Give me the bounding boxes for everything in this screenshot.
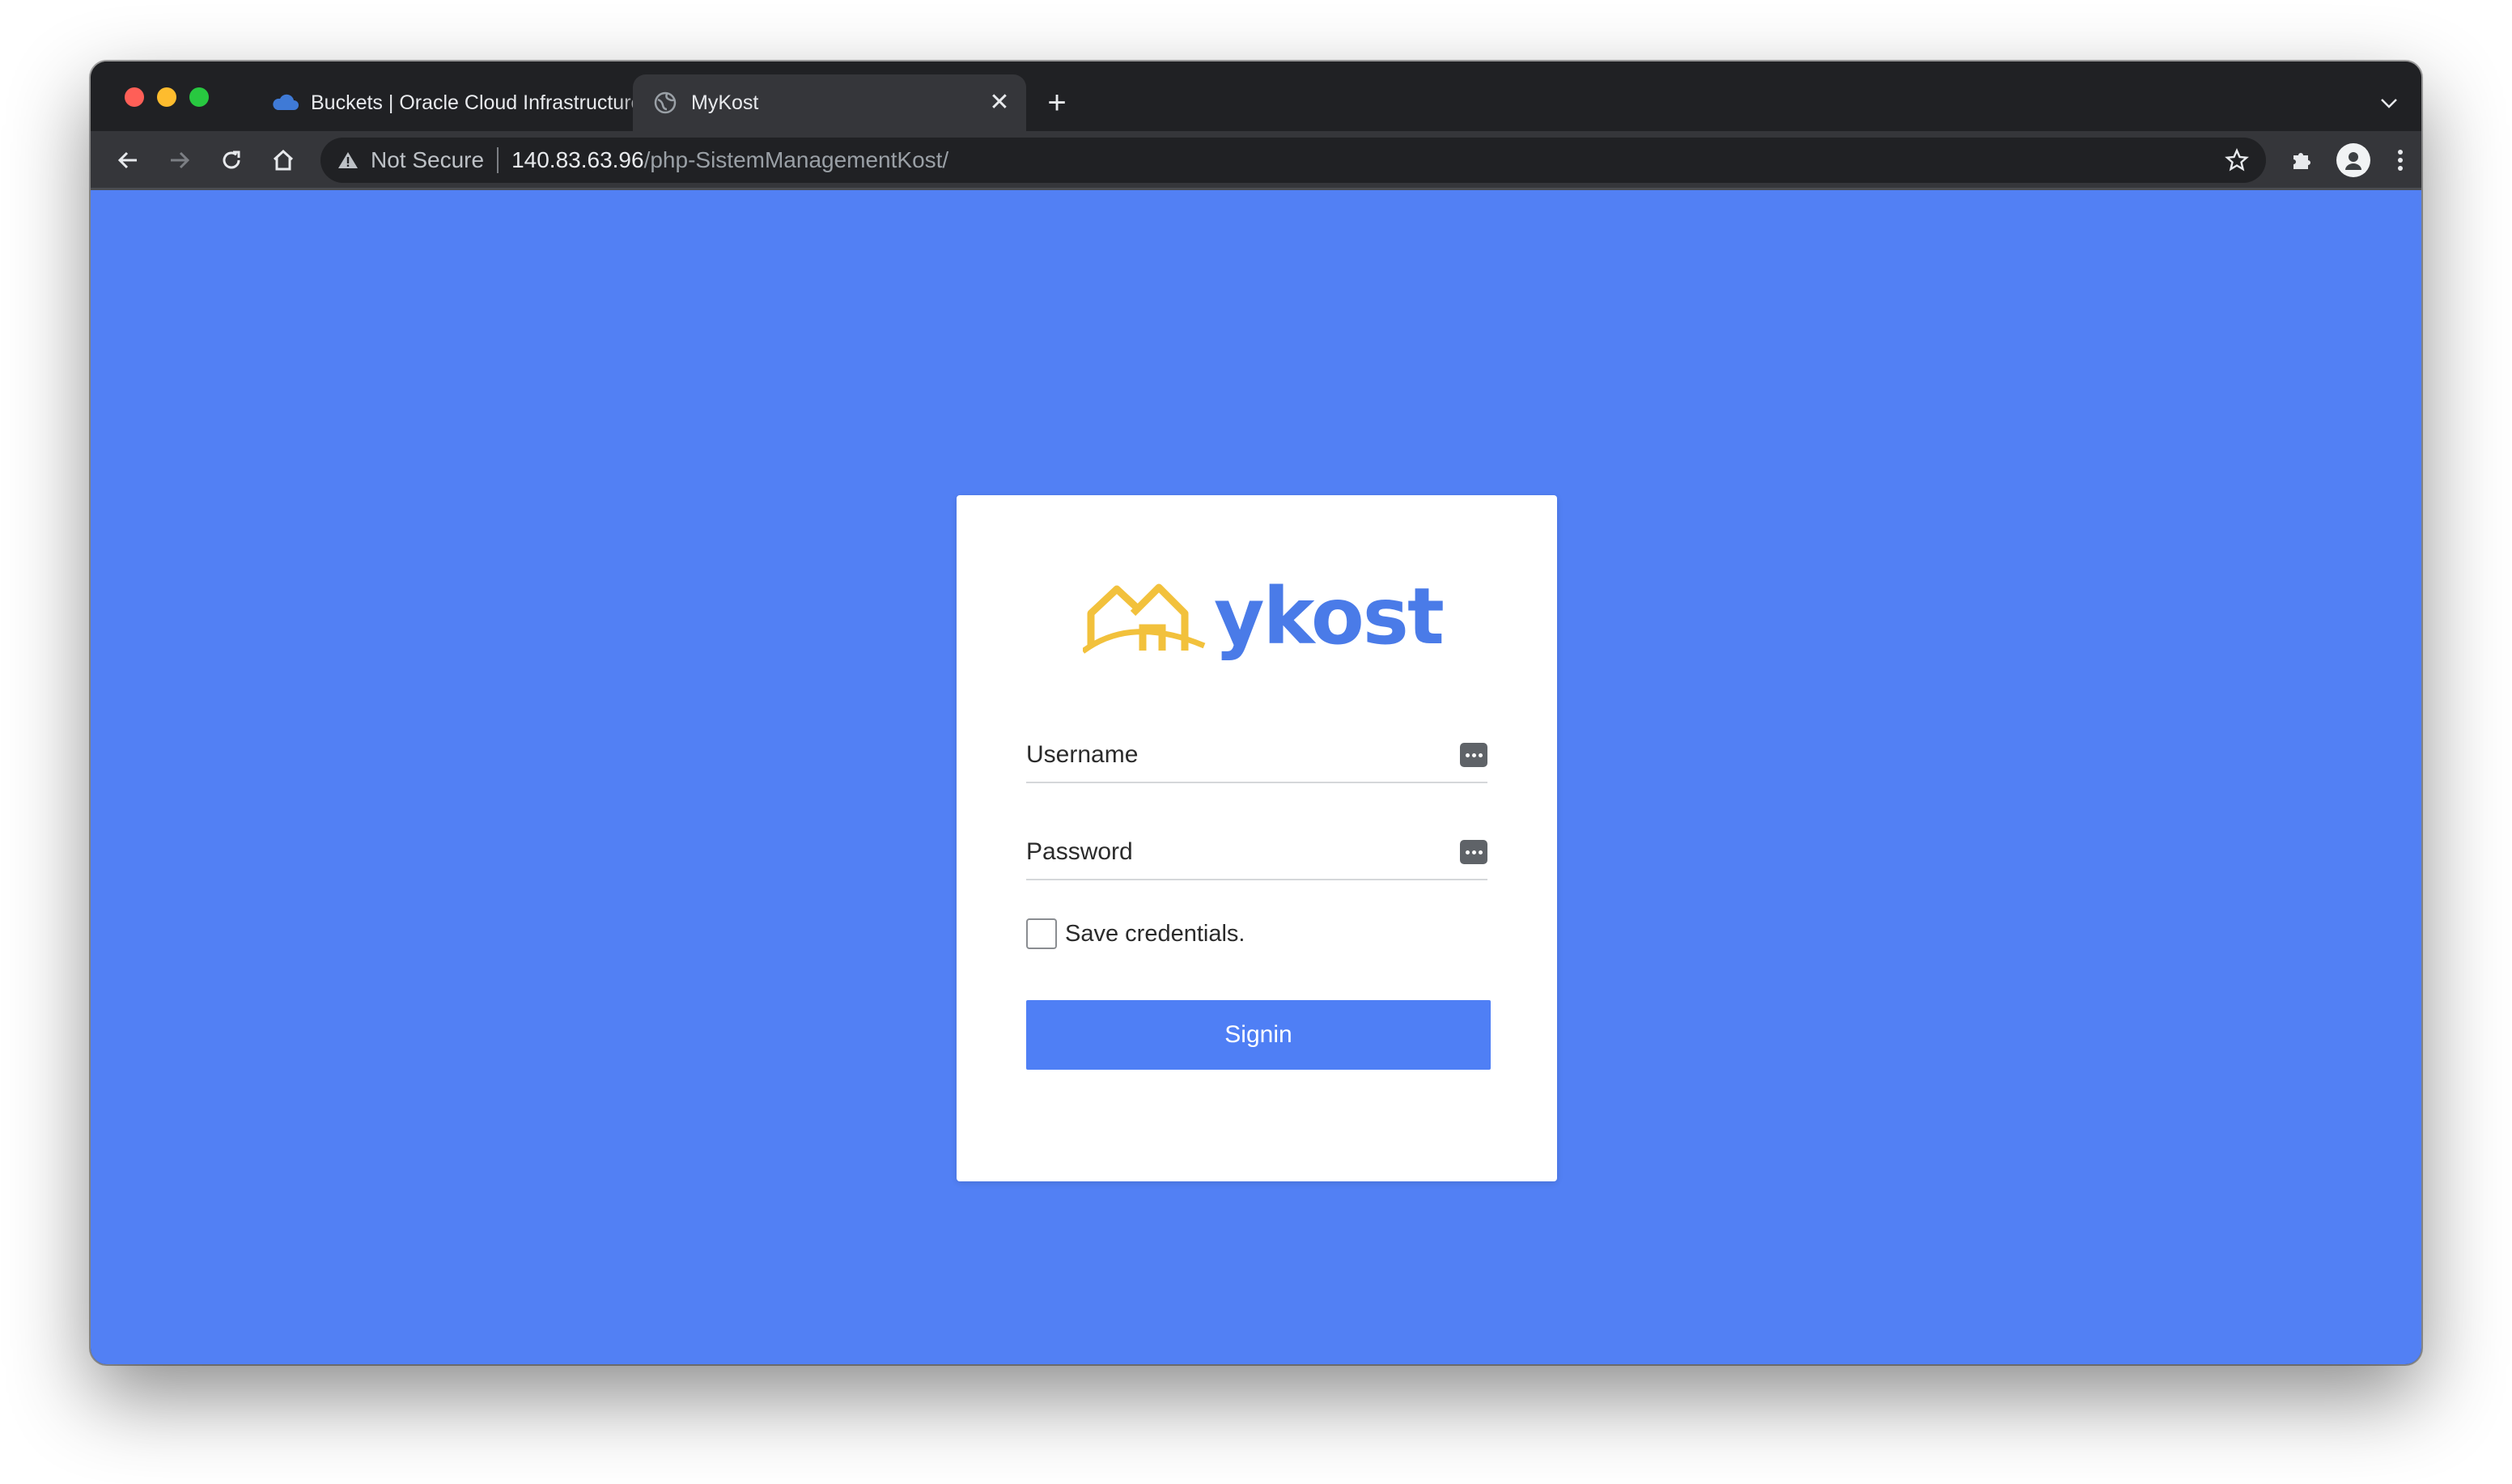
tab-strip: Buckets | Oracle Cloud Infrastructure ✕ … — [91, 61, 2421, 131]
security-label[interactable]: Not Secure — [371, 147, 484, 173]
reload-button[interactable] — [212, 141, 251, 180]
url-path: /php-SistemManagementKost/ — [643, 147, 949, 172]
warning-icon[interactable] — [337, 149, 359, 172]
cloud-icon — [270, 88, 299, 117]
username-input[interactable] — [1026, 731, 1460, 779]
house-logo-icon — [1083, 583, 1206, 654]
browser-toolbar: Not Secure 140.83.63.96 /php-SistemManag… — [91, 131, 2421, 189]
browser-menu-kebab-icon[interactable] — [2381, 141, 2420, 180]
tab-title: MyKost — [691, 91, 759, 114]
password-input[interactable] — [1026, 828, 1460, 876]
arrow-right-icon — [171, 151, 190, 169]
login-card: ykost Save credentials. Signin — [957, 495, 1557, 1181]
tab-mykost[interactable]: MyKost ✕ — [633, 74, 1026, 131]
close-window-button[interactable] — [125, 87, 144, 107]
forward-button[interactable] — [160, 141, 199, 180]
password-manager-key-icon[interactable] — [1460, 743, 1487, 767]
browser-window: Buckets | Oracle Cloud Infrastructure ✕ … — [91, 61, 2421, 1364]
password-field[interactable] — [1026, 825, 1487, 880]
minimize-window-button[interactable] — [157, 87, 176, 107]
save-credentials-checkbox[interactable] — [1026, 918, 1057, 949]
username-field[interactable] — [1026, 728, 1487, 783]
arrow-left-icon — [117, 151, 137, 169]
extensions-puzzle-icon[interactable] — [2282, 141, 2321, 180]
url-host: 140.83.63.96 — [511, 147, 644, 172]
profile-avatar[interactable] — [2334, 141, 2373, 180]
tab-close-icon[interactable]: ✕ — [987, 91, 1012, 115]
new-tab-button[interactable]: + — [1039, 86, 1075, 121]
password-manager-key-icon[interactable] — [1460, 840, 1487, 864]
bookmark-star-icon[interactable] — [2222, 146, 2251, 175]
save-credentials-row[interactable]: Save credentials. — [1026, 918, 1245, 950]
logo-wordmark: ykost — [1214, 571, 1445, 662]
home-icon — [273, 149, 294, 171]
page-viewport: ykost Save credentials. Signin — [91, 190, 2421, 1364]
signin-button[interactable]: Signin — [1026, 1000, 1491, 1070]
reload-icon — [223, 151, 240, 169]
back-button[interactable] — [108, 141, 147, 180]
address-divider — [497, 147, 499, 173]
tab-search-chevron-icon[interactable] — [2374, 89, 2404, 118]
globe-icon — [651, 88, 680, 117]
save-credentials-label[interactable]: Save credentials. — [1065, 921, 1245, 948]
maximize-window-button[interactable] — [189, 87, 209, 107]
address-bar[interactable]: Not Secure 140.83.63.96 /php-SistemManag… — [320, 138, 2266, 183]
mykost-logo: ykost — [1083, 571, 1445, 672]
tab-title: Buckets | Oracle Cloud Infrastructure — [311, 91, 643, 114]
avatar-icon — [2336, 143, 2370, 177]
home-button[interactable] — [264, 141, 303, 180]
